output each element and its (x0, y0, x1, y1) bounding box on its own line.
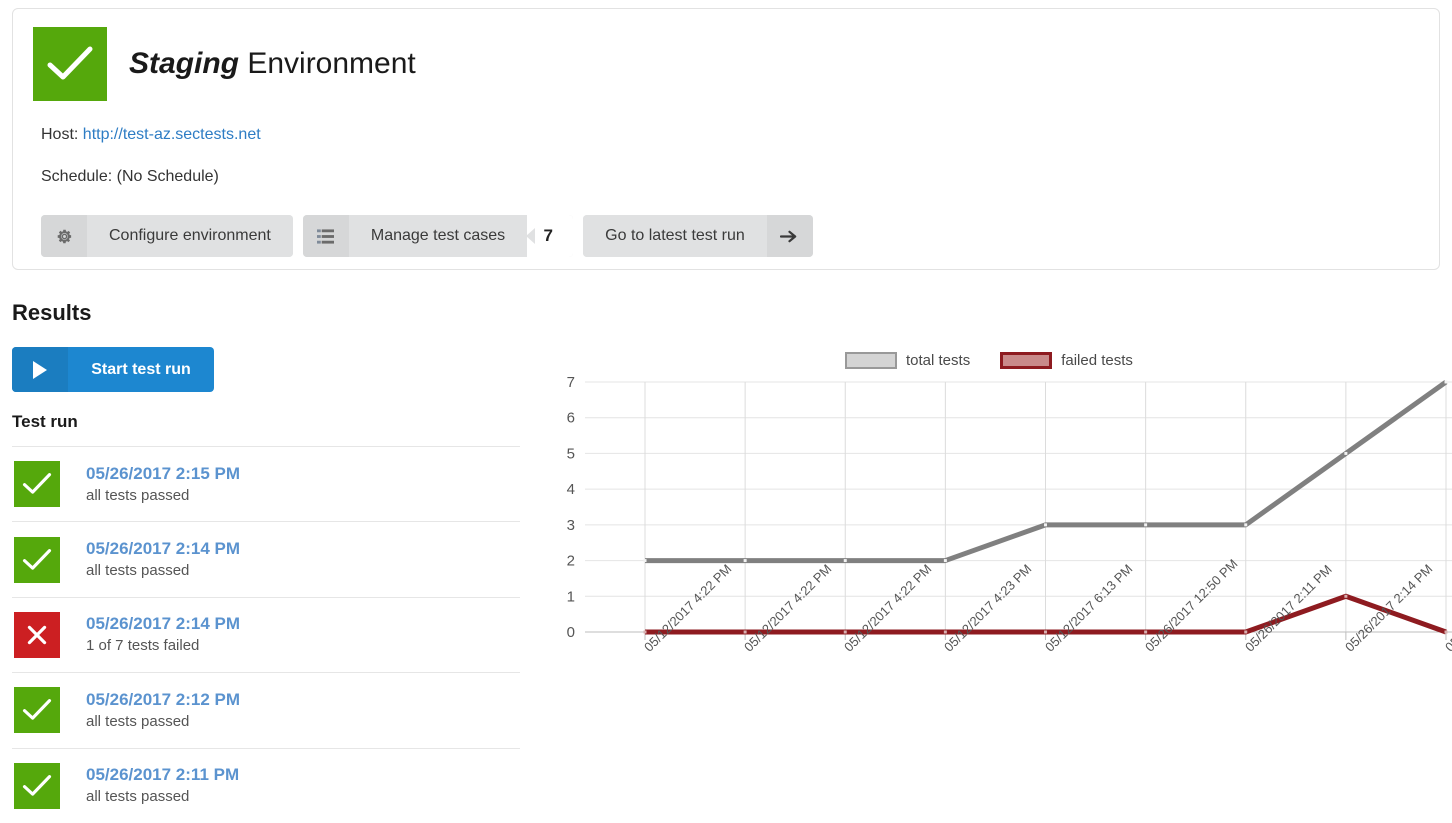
test-run-timestamp[interactable]: 05/26/2017 2:11 PM (86, 764, 239, 786)
chart-y-tick-label: 1 (567, 588, 575, 605)
test-run-info: 05/26/2017 2:11 PMall tests passed (86, 764, 239, 807)
test-run-summary: all tests passed (86, 486, 240, 506)
chart-y-tick-label: 7 (567, 374, 575, 391)
chart-data-point (944, 559, 947, 562)
test-run-summary: all tests passed (86, 712, 240, 732)
manage-test-cases-button[interactable]: Manage test cases 7 (303, 215, 573, 257)
chart-data-point (744, 631, 747, 634)
go-to-latest-test-run-button[interactable]: Go to latest test run (583, 215, 813, 257)
check-icon (14, 461, 60, 507)
chart-y-tick-label: 4 (567, 481, 575, 498)
chart-data-point (1144, 631, 1147, 634)
chart-data-point (1445, 631, 1448, 634)
arrow-right-icon (767, 215, 813, 257)
environment-card: Staging Environment Host: http://test-az… (12, 8, 1440, 270)
chart-data-point (1044, 523, 1047, 526)
chart-data-point (944, 631, 947, 634)
test-run-list: 05/26/2017 2:15 PMall tests passed05/26/… (12, 446, 520, 823)
test-run-list-item[interactable]: 05/26/2017 2:15 PMall tests passed (12, 446, 520, 521)
cross-icon (14, 612, 60, 658)
test-run-timestamp[interactable]: 05/26/2017 2:15 PM (86, 463, 240, 485)
chart-y-tick-label: 2 (567, 553, 575, 570)
chart-data-point (1244, 523, 1247, 526)
test-run-info: 05/26/2017 2:14 PMall tests passed (86, 538, 240, 581)
chart-data-point (1445, 381, 1448, 384)
test-run-summary: 1 of 7 tests failed (86, 636, 240, 656)
check-icon (14, 537, 60, 583)
schedule-line: Schedule: (No Schedule) (41, 168, 219, 186)
environment-action-bar: Configure environment Manage test cases … (41, 215, 813, 257)
chart-y-tick-label: 5 (567, 445, 575, 462)
test-run-list-item[interactable]: 05/26/2017 2:11 PMall tests passed (12, 748, 520, 823)
check-icon (14, 763, 60, 809)
test-run-info: 05/26/2017 2:15 PMall tests passed (86, 463, 240, 506)
start-test-run-label: Start test run (68, 347, 214, 392)
list-icon (303, 215, 349, 257)
test-run-list-item[interactable]: 05/26/2017 2:12 PMall tests passed (12, 672, 520, 747)
test-run-timestamp[interactable]: 05/26/2017 2:12 PM (86, 689, 240, 711)
test-run-list-item[interactable]: 05/26/2017 2:14 PMall tests passed (12, 521, 520, 596)
chart-data-point (844, 631, 847, 634)
environment-status-badge (33, 27, 107, 101)
host-label: Host: (41, 126, 78, 143)
test-run-info: 05/26/2017 2:14 PM1 of 7 tests failed (86, 613, 240, 656)
chart-data-point (744, 559, 747, 562)
chart-data-point (1344, 595, 1347, 598)
configure-environment-label: Configure environment (87, 215, 293, 257)
host-line: Host: http://test-az.sectests.net (41, 126, 261, 144)
start-test-run-button[interactable]: Start test run (12, 347, 214, 392)
chart-data-point (644, 559, 647, 562)
chart-data-point (844, 559, 847, 562)
environment-name: Staging (129, 47, 239, 80)
play-icon (12, 347, 68, 392)
test-run-info: 05/26/2017 2:12 PMall tests passed (86, 689, 240, 732)
configure-environment-button[interactable]: Configure environment (41, 215, 293, 257)
chart-data-point (1244, 631, 1247, 634)
test-run-list-item[interactable]: 05/26/2017 2:14 PM1 of 7 tests failed (12, 597, 520, 672)
check-icon (46, 45, 94, 83)
page-title: Staging Environment (129, 47, 416, 81)
chart-y-tick-label: 3 (567, 517, 575, 534)
test-run-timestamp[interactable]: 05/26/2017 2:14 PM (86, 613, 240, 635)
host-link[interactable]: http://test-az.sectests.net (83, 126, 261, 143)
test-run-summary: all tests passed (86, 561, 240, 581)
gear-icon (41, 215, 87, 257)
chart-data-point (1344, 452, 1347, 455)
test-run-list-heading: Test run (12, 412, 78, 432)
results-chart: total tests failed tests 01234567 05/12/… (540, 346, 1452, 816)
chart-y-tick-label: 0 (567, 624, 575, 641)
results-heading: Results (12, 300, 91, 326)
chart-data-point (1144, 523, 1147, 526)
chart-data-point (1044, 631, 1047, 634)
chart-y-tick-label: 6 (567, 410, 575, 427)
test-run-timestamp[interactable]: 05/26/2017 2:14 PM (86, 538, 240, 560)
chart-plot-area: 0 1 2 3 4 5 6 7 (540, 346, 1452, 816)
test-case-count-badge: 7 (527, 215, 573, 257)
check-icon (14, 687, 60, 733)
environment-name-suffix: Environment (239, 47, 416, 80)
manage-test-cases-label: Manage test cases (349, 215, 527, 257)
go-to-latest-test-run-label: Go to latest test run (583, 215, 767, 257)
chart-data-point (644, 631, 647, 634)
test-run-summary: all tests passed (86, 787, 239, 807)
environment-title-row: Staging Environment (33, 27, 416, 101)
